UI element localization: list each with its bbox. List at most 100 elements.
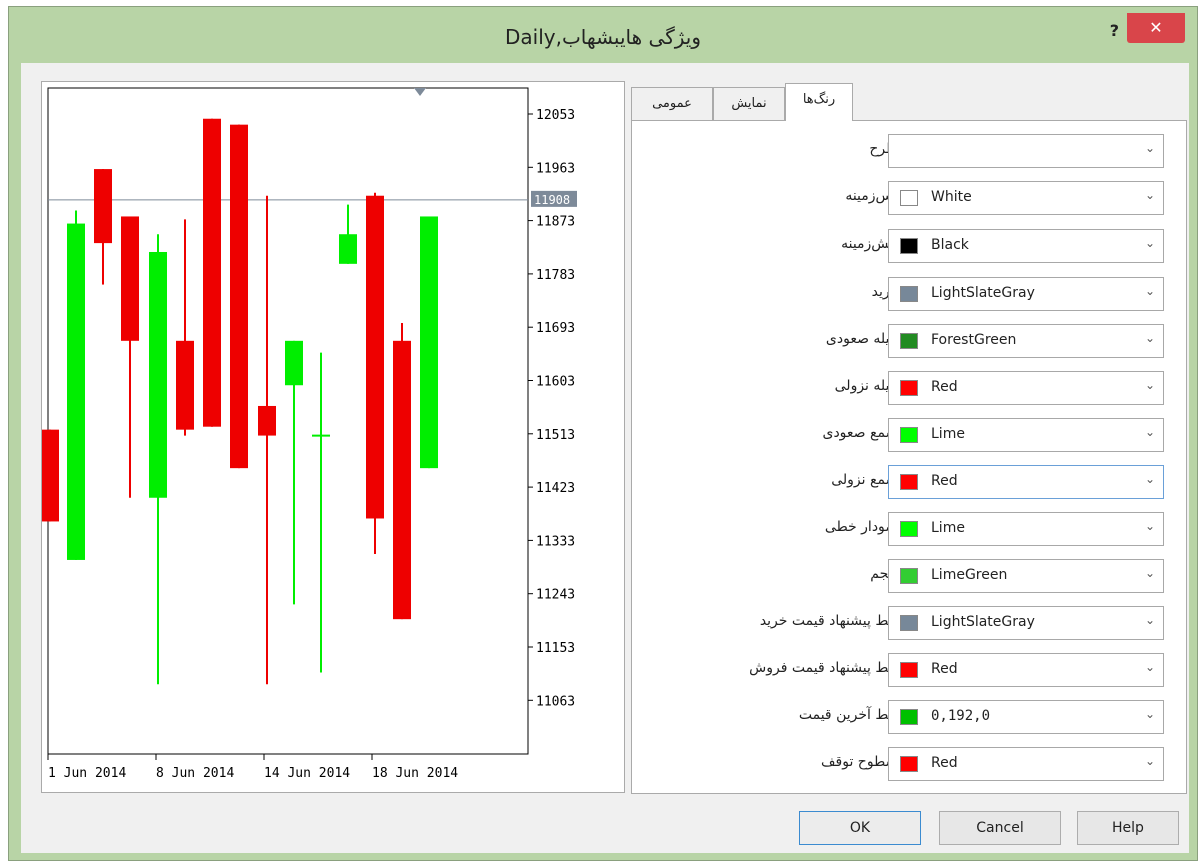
color-select-value: Red bbox=[931, 473, 958, 489]
chevron-down-icon[interactable]: ⌄ bbox=[1145, 472, 1155, 486]
color-swatch bbox=[900, 333, 918, 349]
color-select[interactable]: 0,192,0 ⌄ bbox=[888, 700, 1164, 734]
price-tick-label: 12053 bbox=[536, 108, 575, 123]
color-select[interactable]: LightSlateGray ⌄ bbox=[888, 606, 1164, 640]
color-select[interactable]: White ⌄ bbox=[888, 181, 1164, 215]
property-row: :طرح ⌄ bbox=[632, 134, 1188, 168]
color-swatch bbox=[900, 427, 918, 443]
property-row: :نمودار خطی Lime ⌄ bbox=[632, 512, 1188, 546]
color-select[interactable]: LightSlateGray ⌄ bbox=[888, 277, 1164, 311]
window-title: Daily,ویژگی هایبشهاب bbox=[504, 25, 701, 49]
color-swatch bbox=[900, 709, 918, 725]
chevron-down-icon[interactable]: ⌄ bbox=[1145, 284, 1155, 298]
candle-body bbox=[94, 169, 112, 244]
price-tick-label: 11603 bbox=[536, 375, 575, 390]
property-row: :سطوح توقف Red ⌄ bbox=[632, 747, 1188, 781]
date-tick-label: 8 Jun 2014 bbox=[156, 766, 234, 781]
help-icon[interactable]: ? bbox=[1110, 21, 1119, 40]
price-tick-label: 11153 bbox=[536, 641, 575, 656]
color-swatch bbox=[900, 474, 918, 490]
property-row: :حجم LimeGreen ⌄ bbox=[632, 559, 1188, 593]
dialog-body: 12053 11963 11873 11783 11693 11603 11513 11423… bbox=[21, 63, 1189, 853]
color-swatch bbox=[900, 615, 918, 631]
colors-pane: :طرح ⌄:پس‌زمینه White ⌄:پیش‌زمینه Black ⌄:گری… bbox=[631, 120, 1187, 794]
chevron-down-icon[interactable]: ⌄ bbox=[1145, 378, 1155, 392]
help-button[interactable]: Help bbox=[1077, 811, 1179, 845]
color-select[interactable]: Red ⌄ bbox=[888, 747, 1164, 781]
color-select-value: White bbox=[931, 189, 972, 205]
property-row: :شمع نزولی Red ⌄ bbox=[632, 465, 1188, 499]
price-tick-label: 11693 bbox=[536, 321, 575, 336]
chevron-down-icon[interactable]: ⌄ bbox=[1145, 425, 1155, 439]
cancel-button[interactable]: Cancel bbox=[939, 811, 1061, 845]
color-select-value: ForestGreen bbox=[931, 332, 1017, 348]
color-select[interactable]: ForestGreen ⌄ bbox=[888, 324, 1164, 358]
chevron-down-icon[interactable]: ⌄ bbox=[1145, 519, 1155, 533]
color-select-value: Red bbox=[931, 755, 958, 771]
chevron-down-icon[interactable]: ⌄ bbox=[1145, 188, 1155, 202]
candlestick-chart: 12053 11963 11873 11783 11693 11603 11513 11423… bbox=[42, 87, 577, 781]
color-select[interactable]: Lime ⌄ bbox=[888, 418, 1164, 452]
properties-dialog: Daily,ویژگی هایبشهاب ? ✕ 12053 11963 11873… bbox=[8, 6, 1198, 861]
color-select[interactable]: Red ⌄ bbox=[888, 465, 1164, 499]
property-row: :خط آخرین قیمت 0,192,0 ⌄ bbox=[632, 700, 1188, 734]
candle-body bbox=[230, 124, 248, 469]
price-tick-label: 11963 bbox=[536, 161, 575, 176]
price-tick-label: 11243 bbox=[536, 588, 575, 603]
property-label: :خط آخرین قیمت bbox=[798, 707, 902, 723]
chevron-down-icon[interactable]: ⌄ bbox=[1145, 236, 1155, 250]
price-tick-label: 11063 bbox=[536, 694, 575, 709]
color-select[interactable]: Red ⌄ bbox=[888, 653, 1164, 687]
candle-body bbox=[176, 340, 194, 430]
color-select-value: LimeGreen bbox=[931, 567, 1008, 583]
property-row: :میله نزولی Red ⌄ bbox=[632, 371, 1188, 405]
candle-body bbox=[339, 234, 357, 264]
color-swatch bbox=[900, 756, 918, 772]
color-select-value: LightSlateGray bbox=[931, 285, 1035, 301]
color-swatch bbox=[900, 521, 918, 537]
close-button[interactable]: ✕ bbox=[1127, 13, 1185, 43]
color-select[interactable]: ⌄ bbox=[888, 134, 1164, 168]
property-row: :خط پیشنهاد قیمت خرید LightSlateGray ⌄ bbox=[632, 606, 1188, 640]
color-swatch bbox=[900, 286, 918, 302]
property-label: :خط پیشنهاد قیمت خرید bbox=[759, 613, 902, 629]
color-select[interactable]: Red ⌄ bbox=[888, 371, 1164, 405]
color-select-value: LightSlateGray bbox=[931, 614, 1035, 630]
candle-body bbox=[42, 429, 59, 522]
ok-button[interactable]: OK bbox=[799, 811, 921, 845]
candle-body bbox=[121, 216, 139, 341]
price-tick-label: 11423 bbox=[536, 481, 575, 496]
chart-preview: 12053 11963 11873 11783 11693 11603 11513 11423… bbox=[41, 81, 625, 793]
color-select[interactable]: Black ⌄ bbox=[888, 229, 1164, 263]
property-row: :پیش‌زمینه Black ⌄ bbox=[632, 229, 1188, 263]
color-swatch bbox=[900, 662, 918, 678]
color-select-value: Black bbox=[931, 237, 969, 253]
candle-body bbox=[67, 223, 85, 560]
chevron-down-icon[interactable]: ⌄ bbox=[1145, 141, 1155, 155]
color-select-value: Lime bbox=[931, 426, 965, 442]
candle-body bbox=[203, 118, 221, 427]
chevron-down-icon[interactable]: ⌄ bbox=[1145, 707, 1155, 721]
price-tick-label: 11873 bbox=[536, 215, 575, 230]
candle-body bbox=[366, 195, 384, 519]
color-swatch bbox=[900, 380, 918, 396]
price-tick-label: 11333 bbox=[536, 534, 575, 549]
tab-display[interactable]: نمایش bbox=[713, 87, 785, 121]
color-select[interactable]: Lime ⌄ bbox=[888, 512, 1164, 546]
chevron-down-icon[interactable]: ⌄ bbox=[1145, 660, 1155, 674]
color-select[interactable]: LimeGreen ⌄ bbox=[888, 559, 1164, 593]
price-tick-label: 11783 bbox=[536, 268, 575, 283]
title-bar[interactable]: Daily,ویژگی هایبشهاب ? ✕ bbox=[9, 7, 1197, 63]
chevron-down-icon[interactable]: ⌄ bbox=[1145, 613, 1155, 627]
date-tick-label: 14 Jun 2014 bbox=[264, 766, 350, 781]
chevron-down-icon[interactable]: ⌄ bbox=[1145, 754, 1155, 768]
candle-body bbox=[393, 340, 411, 620]
color-swatch bbox=[900, 190, 918, 206]
tab-general[interactable]: عمومی bbox=[631, 87, 713, 121]
tab-colors[interactable]: رنگ‌ها bbox=[785, 83, 853, 121]
chevron-down-icon[interactable]: ⌄ bbox=[1145, 566, 1155, 580]
color-swatch bbox=[900, 568, 918, 584]
color-select-value: Lime bbox=[931, 520, 965, 536]
chevron-down-icon[interactable]: ⌄ bbox=[1145, 331, 1155, 345]
color-select-value: Red bbox=[931, 661, 958, 677]
